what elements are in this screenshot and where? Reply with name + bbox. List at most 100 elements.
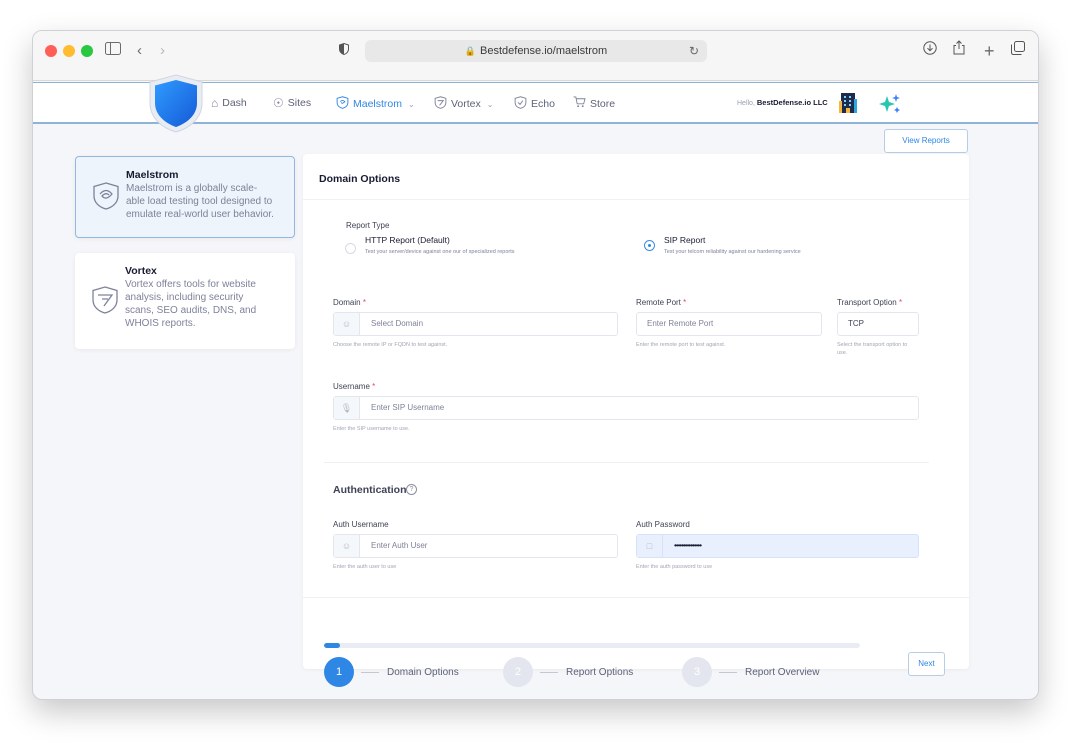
sip-report-radio[interactable]	[644, 240, 655, 251]
step-connector	[719, 672, 737, 673]
auth-username-input[interactable]: ☺ Enter Auth User	[333, 534, 618, 558]
sidebar-icon[interactable]	[105, 40, 121, 62]
sip-report-title: SIP Report	[664, 235, 706, 245]
step-3-circle[interactable]: 3	[682, 657, 712, 687]
bestdefense-logo-shield-icon[interactable]	[147, 73, 205, 133]
nav-vortex[interactable]: Vortex ⌄	[434, 96, 493, 112]
domain-select[interactable]: ☺ Select Domain	[333, 312, 618, 336]
remote-port-hint: Enter the remote port to test against.	[636, 342, 726, 348]
footer-divider	[303, 597, 969, 598]
nav-store-label: Store	[590, 97, 616, 110]
section-divider	[324, 462, 929, 463]
echo-icon	[514, 96, 527, 112]
nav-maelstrom-label: Maelstrom	[353, 98, 403, 110]
maelstrom-icon	[336, 96, 349, 112]
tool-description: Maelstrom is a globally scale-able load …	[126, 183, 274, 220]
reload-icon[interactable]: ↻	[689, 40, 699, 62]
share-icon[interactable]	[953, 40, 965, 62]
http-report-radio[interactable]	[345, 243, 356, 254]
auth-password-input[interactable]: □ •••••••••••••••	[636, 534, 919, 558]
chevron-down-icon: ⌄	[486, 99, 494, 109]
user-icon: ☺	[334, 313, 360, 335]
nav-echo[interactable]: Echo	[514, 96, 555, 112]
sip-username-input[interactable]: 🎙 Enter SIP Username	[333, 396, 919, 420]
back-arrow-icon[interactable]: ‹	[137, 40, 142, 62]
step-2-circle[interactable]: 2	[503, 657, 533, 687]
sip-username-placeholder: Enter SIP Username	[371, 403, 445, 412]
view-reports-button[interactable]: View Reports	[884, 129, 968, 153]
auth-password-hint: Enter the auth password to use	[636, 564, 713, 570]
maelstrom-icon	[93, 182, 119, 210]
cart-icon	[573, 96, 586, 111]
vortex-icon	[434, 96, 447, 112]
nav-store[interactable]: Store	[573, 96, 615, 111]
auth-username-label: Auth Username	[333, 520, 389, 529]
username-label: Username *	[333, 382, 376, 391]
http-report-title: HTTP Report (Default)	[365, 235, 450, 245]
panel-title: Domain Options	[319, 173, 401, 185]
minimize-window-button[interactable]	[63, 45, 75, 57]
username-hint: Enter the SIP username to use.	[333, 426, 410, 432]
nav-sites[interactable]: ☉ Sites	[273, 96, 311, 110]
remote-port-input[interactable]: Enter Remote Port	[636, 312, 822, 336]
new-tab-icon[interactable]: +	[984, 40, 995, 62]
company-building-icon[interactable]	[837, 91, 859, 115]
domain-options-panel: Domain Options Report Type HTTP Report (…	[303, 154, 969, 687]
step-connector	[540, 672, 558, 673]
close-window-button[interactable]	[45, 45, 57, 57]
tool-title: Vortex	[125, 265, 157, 277]
company-name: BestDefense.io LLC	[756, 98, 828, 107]
sip-report-desc: Test your telcom reliability against our…	[664, 249, 801, 255]
step-connector	[361, 672, 379, 673]
auth-password-value: •••••••••••••••	[674, 541, 702, 550]
user-icon: ☺	[334, 535, 360, 557]
http-report-desc: Test your server/device against one our …	[365, 249, 515, 255]
download-icon[interactable]	[923, 40, 937, 62]
wizard-progress-fill	[324, 643, 341, 648]
domain-hint: Choose the remote IP or FQDN to test aga…	[333, 342, 448, 348]
nav-maelstrom[interactable]: Maelstrom ⌄	[336, 96, 415, 112]
tool-title: Maelstrom	[126, 169, 179, 181]
tool-card-maelstrom[interactable]: Maelstrom Maelstrom is a globally scale-…	[75, 156, 295, 238]
address-bar[interactable]: 🔒 Bestdefense.io/maelstrom ↻	[365, 40, 707, 62]
lock-icon: 🔒	[464, 46, 477, 56]
zoom-window-button[interactable]	[81, 45, 93, 57]
step-2-label: Report Options	[566, 667, 634, 678]
domain-label: Domain *	[333, 298, 366, 307]
remote-port-label: Remote Port *	[636, 298, 687, 307]
privacy-shield-icon[interactable]	[339, 40, 349, 62]
transport-select[interactable]: TCP	[837, 312, 919, 336]
forward-arrow-icon[interactable]: ›	[160, 40, 165, 62]
step-1-circle[interactable]: 1	[324, 657, 354, 687]
wizard-progress-bar	[324, 643, 860, 648]
tool-description: Vortex offers tools for website analysis…	[125, 279, 257, 329]
tool-card-vortex[interactable]: Vortex Vortex offers tools for website a…	[75, 253, 295, 349]
nav-echo-label: Echo	[531, 98, 555, 110]
next-button[interactable]: Next	[908, 652, 945, 676]
domain-placeholder: Select Domain	[371, 319, 424, 328]
sparkle-icon[interactable]	[878, 93, 902, 115]
divider	[303, 199, 969, 200]
auth-section-title: Authentication	[333, 484, 407, 496]
lock-icon: □	[637, 535, 663, 557]
nav-dash[interactable]: ⌂ Dash	[211, 96, 247, 110]
nav-sites-label: Sites	[287, 97, 312, 109]
auth-username-hint: Enter the auth user to use	[333, 564, 397, 570]
globe-icon: ☉	[273, 96, 284, 110]
home-icon: ⌂	[211, 96, 219, 110]
transport-value: TCP	[848, 319, 864, 328]
tabs-overview-icon[interactable]	[1011, 40, 1025, 62]
step-1-label: Domain Options	[387, 667, 459, 678]
transport-hint: Select the transport option to use.	[837, 342, 908, 356]
report-type-label: Report Type	[346, 221, 390, 230]
auth-username-placeholder: Enter Auth User	[371, 541, 428, 550]
vortex-icon	[92, 286, 118, 314]
remote-port-placeholder: Enter Remote Port	[647, 319, 714, 328]
transport-label: Transport Option *	[837, 298, 903, 307]
nav-vortex-label: Vortex	[451, 98, 481, 110]
greeting: Hello, BestDefense.io LLC	[737, 98, 828, 107]
nav-dash-label: Dash	[222, 97, 247, 109]
step-3-label: Report Overview	[745, 667, 820, 678]
chevron-down-icon: ⌄	[408, 99, 415, 109]
help-circle-icon[interactable]: ?	[406, 484, 417, 495]
